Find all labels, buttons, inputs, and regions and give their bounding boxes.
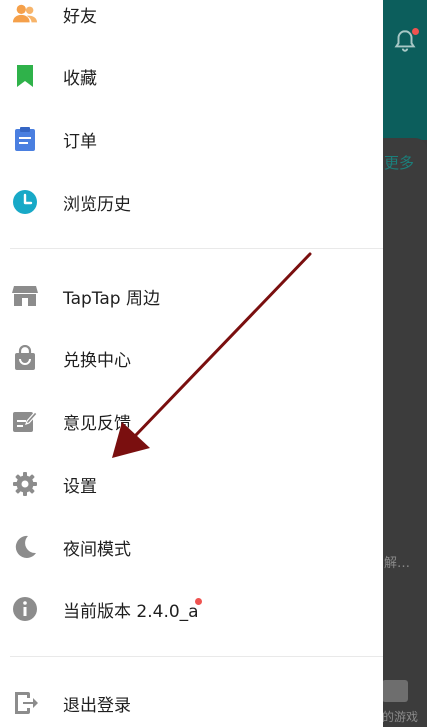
more-link[interactable]: 更多 bbox=[384, 152, 414, 173]
menu-item-label: 当前版本 2.4.0_a bbox=[63, 601, 199, 622]
menu-item-label: 夜间模式 bbox=[63, 539, 131, 560]
menu-item-feedback[interactable]: 意见反馈 bbox=[0, 391, 383, 451]
background-partial-text: 解… bbox=[384, 556, 411, 571]
info-icon bbox=[12, 596, 38, 622]
logout-icon bbox=[12, 690, 38, 716]
menu-item-history[interactable]: 浏览历史 bbox=[0, 172, 383, 232]
menu-item-label: 浏览历史 bbox=[63, 194, 131, 215]
menu-item-friends[interactable]: 好友 bbox=[0, 0, 383, 44]
menu-item-label: 兑换中心 bbox=[63, 350, 131, 371]
menu-item-settings[interactable]: 设置 bbox=[0, 454, 383, 514]
menu-item-version[interactable]: 当前版本 2.4.0_a bbox=[0, 579, 383, 639]
menu-divider bbox=[10, 656, 383, 657]
notification-badge bbox=[412, 28, 419, 35]
menu-item-orders[interactable]: 订单 bbox=[0, 109, 383, 169]
my-games-label[interactable]: 的游戏 bbox=[382, 708, 418, 725]
menu-item-label: TapTap 周边 bbox=[63, 288, 160, 309]
clock-icon bbox=[12, 189, 38, 215]
menu-item-label: 意见反馈 bbox=[63, 413, 131, 434]
gear-icon bbox=[12, 471, 38, 497]
menu-item-label: 设置 bbox=[63, 476, 97, 497]
menu-item-logout[interactable]: 退出登录 bbox=[0, 673, 383, 727]
menu-item-night-mode[interactable]: 夜间模式 bbox=[0, 517, 383, 577]
moon-icon bbox=[12, 534, 38, 560]
menu-divider bbox=[10, 248, 383, 249]
game-box-icon[interactable] bbox=[382, 680, 408, 702]
order-icon bbox=[12, 126, 38, 152]
update-badge bbox=[195, 598, 202, 605]
menu-item-label: 订单 bbox=[63, 131, 97, 152]
navigation-drawer: 好友 收藏 订单 浏览历史 TapTap 周边 兑换中心 意见反馈 设置 夜间模… bbox=[0, 0, 383, 727]
store-icon bbox=[12, 283, 38, 309]
menu-item-label: 好友 bbox=[63, 6, 97, 27]
menu-item-favorites[interactable]: 收藏 bbox=[0, 46, 383, 106]
menu-item-redeem-center[interactable]: 兑换中心 bbox=[0, 328, 383, 388]
menu-item-taptap-store[interactable]: TapTap 周边 bbox=[0, 266, 383, 326]
menu-item-label: 收藏 bbox=[63, 68, 97, 89]
menu-item-label: 退出登录 bbox=[63, 695, 131, 716]
feedback-edit-icon bbox=[12, 408, 38, 434]
friends-icon bbox=[12, 1, 38, 27]
bookmark-icon bbox=[12, 63, 38, 89]
shopping-bag-icon bbox=[12, 345, 38, 371]
